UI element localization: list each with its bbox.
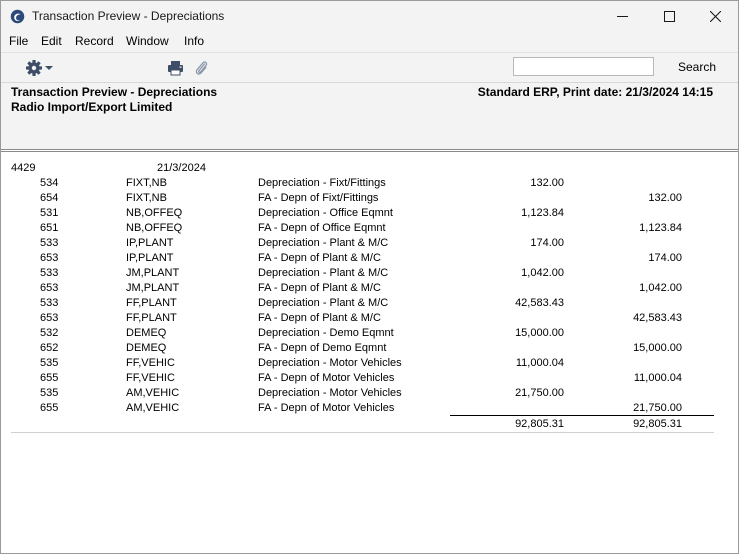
row-description: Depreciation - Fixt/Fittings: [258, 177, 386, 189]
row-objects: JM,PLANT: [126, 267, 180, 279]
app-logo-icon: [10, 9, 25, 24]
close-button[interactable]: [692, 1, 738, 32]
minimize-icon: [616, 16, 628, 17]
row-account: 655: [40, 402, 59, 414]
row-objects: FF,VEHIC: [126, 372, 175, 384]
report-meta: Standard ERP, Print date: 21/3/2024 14:1…: [477, 85, 713, 99]
row-credit: 132.00: [648, 192, 682, 204]
row-debit: 1,123.84: [521, 207, 564, 219]
report-title: Transaction Preview - Depreciations: [11, 85, 218, 99]
total-credit: 92,805.31: [633, 418, 682, 430]
menu-window[interactable]: Window: [126, 34, 169, 48]
row-account: 532: [40, 327, 59, 339]
report-header: Transaction Preview - Depreciations Radi…: [1, 83, 738, 149]
row-objects: NB,OFFEQ: [126, 222, 183, 234]
gear-icon[interactable]: [25, 59, 57, 77]
row-objects: AM,VEHIC: [126, 387, 180, 399]
row-account: 653: [40, 282, 59, 294]
row-objects: NB,OFFEQ: [126, 207, 183, 219]
row-description: FA - Depn of Fixt/Fittings: [258, 192, 379, 204]
row-account: 531: [40, 207, 59, 219]
report-body: 4429 21/3/2024 534 FIXT,NB Depreciation - …: [1, 152, 738, 553]
row-objects: FF,PLANT: [126, 297, 177, 309]
row-objects: DEMEQ: [126, 327, 167, 339]
row-debit: 15,000.00: [515, 327, 564, 339]
menu-file[interactable]: File: [9, 34, 28, 48]
row-account: 652: [40, 342, 59, 354]
row-description: Depreciation - Plant & M/C: [258, 297, 389, 309]
row-description: Depreciation - Demo Eqmnt: [258, 327, 394, 339]
header-divider: [1, 149, 738, 150]
row-account: 654: [40, 192, 59, 204]
menu-bar: File Edit Record Window Info: [1, 32, 738, 52]
search-button[interactable]: Search: [678, 60, 716, 74]
toolbar: Search: [1, 52, 738, 83]
paperclip-icon[interactable]: [194, 59, 209, 77]
transaction-number: 4429: [11, 162, 36, 174]
row-objects: DEMEQ: [126, 342, 167, 354]
row-account: 653: [40, 312, 59, 324]
row-description: FA - Depn of Motor Vehicles: [258, 402, 395, 414]
maximize-button[interactable]: [646, 1, 692, 32]
row-description: FA - Depn of Plant & M/C: [258, 282, 381, 294]
row-objects: IP,PLANT: [126, 237, 174, 249]
window-title: Transaction Preview - Depreciations: [32, 9, 225, 23]
row-credit: 1,123.84: [639, 222, 682, 234]
app-window: Transaction Preview - Depreciations File…: [0, 0, 739, 554]
row-description: FA - Depn of Plant & M/C: [258, 252, 381, 264]
row-description: Depreciation - Motor Vehicles: [258, 357, 402, 369]
row-debit: 174.00: [530, 237, 564, 249]
row-account: 534: [40, 177, 59, 189]
row-credit: 174.00: [648, 252, 682, 264]
chevron-down-icon: [45, 66, 53, 70]
report-end-rule: [11, 432, 714, 433]
row-objects: IP,PLANT: [126, 252, 174, 264]
title-bar: Transaction Preview - Depreciations: [1, 1, 738, 32]
row-account: 653: [40, 252, 59, 264]
row-objects: FF,PLANT: [126, 312, 177, 324]
row-credit: 42,583.43: [633, 312, 682, 324]
menu-info[interactable]: Info: [184, 34, 204, 48]
row-description: Depreciation - Office Eqmnt: [258, 207, 393, 219]
row-credit: 15,000.00: [633, 342, 682, 354]
row-account: 535: [40, 387, 59, 399]
minimize-button[interactable]: [599, 1, 645, 32]
total-rule: [450, 415, 714, 416]
row-objects: FIXT,NB: [126, 192, 167, 204]
close-icon: [709, 11, 721, 22]
row-objects: FF,VEHIC: [126, 357, 175, 369]
search-input[interactable]: [513, 57, 654, 76]
row-debit: 21,750.00: [515, 387, 564, 399]
row-credit: 11,000.04: [633, 372, 682, 384]
row-description: FA - Depn of Demo Eqmnt: [258, 342, 387, 354]
menu-record[interactable]: Record: [75, 34, 114, 48]
row-debit: 1,042.00: [521, 267, 564, 279]
row-description: Depreciation - Motor Vehicles: [258, 387, 402, 399]
maximize-icon: [663, 11, 675, 22]
row-credit: 1,042.00: [639, 282, 682, 294]
row-debit: 132.00: [530, 177, 564, 189]
row-account: 655: [40, 372, 59, 384]
row-description: FA - Depn of Motor Vehicles: [258, 372, 395, 384]
company-name: Radio Import/Export Limited: [11, 100, 173, 114]
transaction-date: 21/3/2024: [157, 162, 206, 174]
row-account: 533: [40, 297, 59, 309]
printer-icon[interactable]: [167, 60, 184, 76]
row-objects: JM,PLANT: [126, 282, 180, 294]
row-account: 533: [40, 237, 59, 249]
row-objects: AM,VEHIC: [126, 402, 180, 414]
row-debit: 11,000.04: [515, 357, 564, 369]
row-account: 535: [40, 357, 59, 369]
row-objects: FIXT,NB: [126, 177, 167, 189]
row-description: FA - Depn of Plant & M/C: [258, 312, 381, 324]
row-account: 533: [40, 267, 59, 279]
total-debit: 92,805.31: [515, 418, 564, 430]
row-description: Depreciation - Plant & M/C: [258, 267, 389, 279]
row-credit: 21,750.00: [633, 402, 682, 414]
row-description: FA - Depn of Office Eqmnt: [258, 222, 386, 234]
row-description: Depreciation - Plant & M/C: [258, 237, 389, 249]
menu-edit[interactable]: Edit: [41, 34, 62, 48]
row-account: 651: [40, 222, 59, 234]
row-debit: 42,583.43: [515, 297, 564, 309]
